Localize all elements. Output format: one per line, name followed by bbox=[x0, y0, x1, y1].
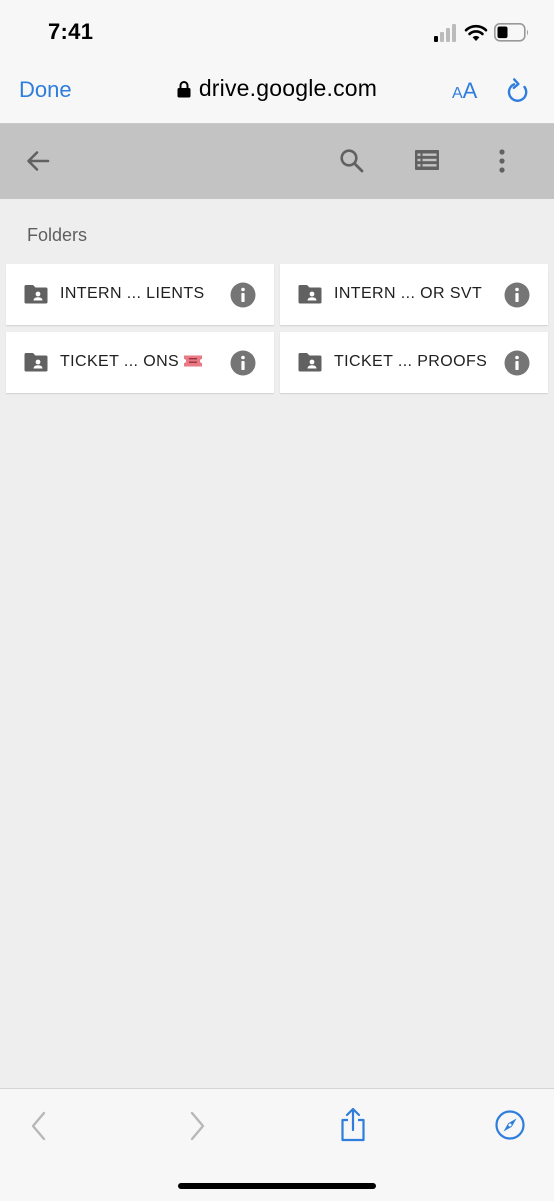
folder-name: TICKET ... PROOFS bbox=[334, 353, 488, 370]
status-bar: 7:41 bbox=[0, 0, 554, 60]
list-view-icon[interactable] bbox=[414, 147, 440, 173]
lock-icon bbox=[177, 80, 191, 97]
forward-chevron-icon[interactable] bbox=[186, 1110, 208, 1142]
status-icons bbox=[434, 22, 530, 44]
signal-icon bbox=[434, 24, 456, 42]
folder-name: INTERN ... LIENTS bbox=[60, 285, 205, 302]
compass-icon[interactable] bbox=[494, 1109, 526, 1141]
wifi-icon bbox=[464, 24, 488, 41]
home-indicator[interactable] bbox=[178, 1183, 376, 1189]
status-time: 7:41 bbox=[48, 19, 94, 44]
shared-folder-icon bbox=[298, 285, 322, 304]
info-icon[interactable] bbox=[230, 282, 256, 308]
folder-name: TICKET ... ONS bbox=[60, 353, 180, 370]
share-icon[interactable] bbox=[339, 1107, 367, 1143]
search-icon[interactable] bbox=[338, 147, 366, 175]
folder-name: INTERN ... OR SVT bbox=[334, 285, 483, 302]
folder-item[interactable]: INTERN ... OR SVT bbox=[280, 264, 548, 325]
shared-folder-icon bbox=[24, 285, 48, 304]
more-vert-icon[interactable] bbox=[492, 147, 512, 175]
text-size-button[interactable]: AA bbox=[452, 78, 477, 104]
folders-section-label: Folders bbox=[27, 225, 88, 245]
folder-item[interactable]: TICKET ... ONS bbox=[6, 332, 274, 393]
info-icon[interactable] bbox=[504, 350, 530, 376]
browser-url-bar: Done drive.google.com AA bbox=[0, 60, 554, 124]
back-chevron-icon[interactable] bbox=[28, 1110, 50, 1142]
shared-folder-icon bbox=[24, 353, 48, 372]
ticket-emoji-icon bbox=[184, 355, 203, 367]
back-arrow-icon[interactable] bbox=[24, 147, 52, 175]
drive-toolbar bbox=[0, 124, 554, 199]
folder-item[interactable]: INTERN ... LIENTS bbox=[6, 264, 274, 325]
url-text: drive.google.com bbox=[198, 75, 378, 101]
folder-name-wrapper: TICKET ... ONS bbox=[60, 353, 203, 371]
info-icon[interactable] bbox=[230, 350, 256, 376]
shared-folder-icon bbox=[298, 353, 322, 372]
battery-icon bbox=[494, 23, 528, 42]
reload-icon[interactable] bbox=[505, 77, 531, 105]
folder-item[interactable]: TICKET ... PROOFS bbox=[280, 332, 548, 393]
info-icon[interactable] bbox=[504, 282, 530, 308]
